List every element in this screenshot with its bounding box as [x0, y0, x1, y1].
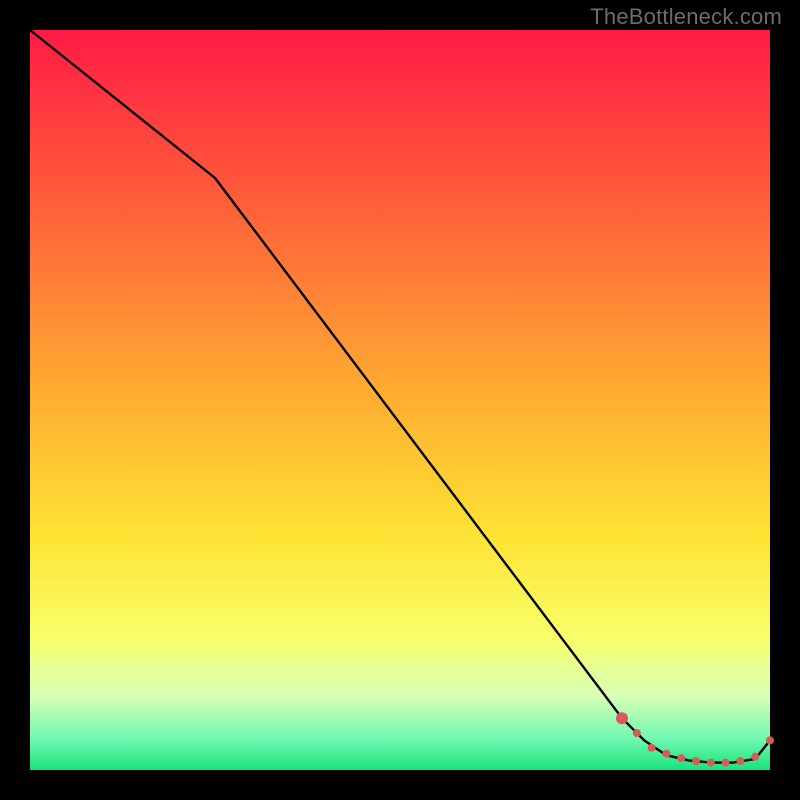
plot-background [30, 30, 770, 770]
curve-marker [722, 759, 730, 767]
curve-end-marker [766, 736, 774, 744]
curve-marker [707, 759, 715, 767]
curve-marker [677, 754, 685, 762]
curve-marker [662, 750, 670, 758]
curve-marker [736, 757, 744, 765]
curve-marker [633, 729, 641, 737]
curve-marker [751, 753, 759, 761]
chart-canvas [0, 0, 800, 800]
curve-marker [616, 712, 628, 724]
chart-frame: TheBottleneck.com [0, 0, 800, 800]
curve-marker [648, 744, 656, 752]
watermark-text: TheBottleneck.com [590, 4, 782, 30]
curve-marker [692, 757, 700, 765]
